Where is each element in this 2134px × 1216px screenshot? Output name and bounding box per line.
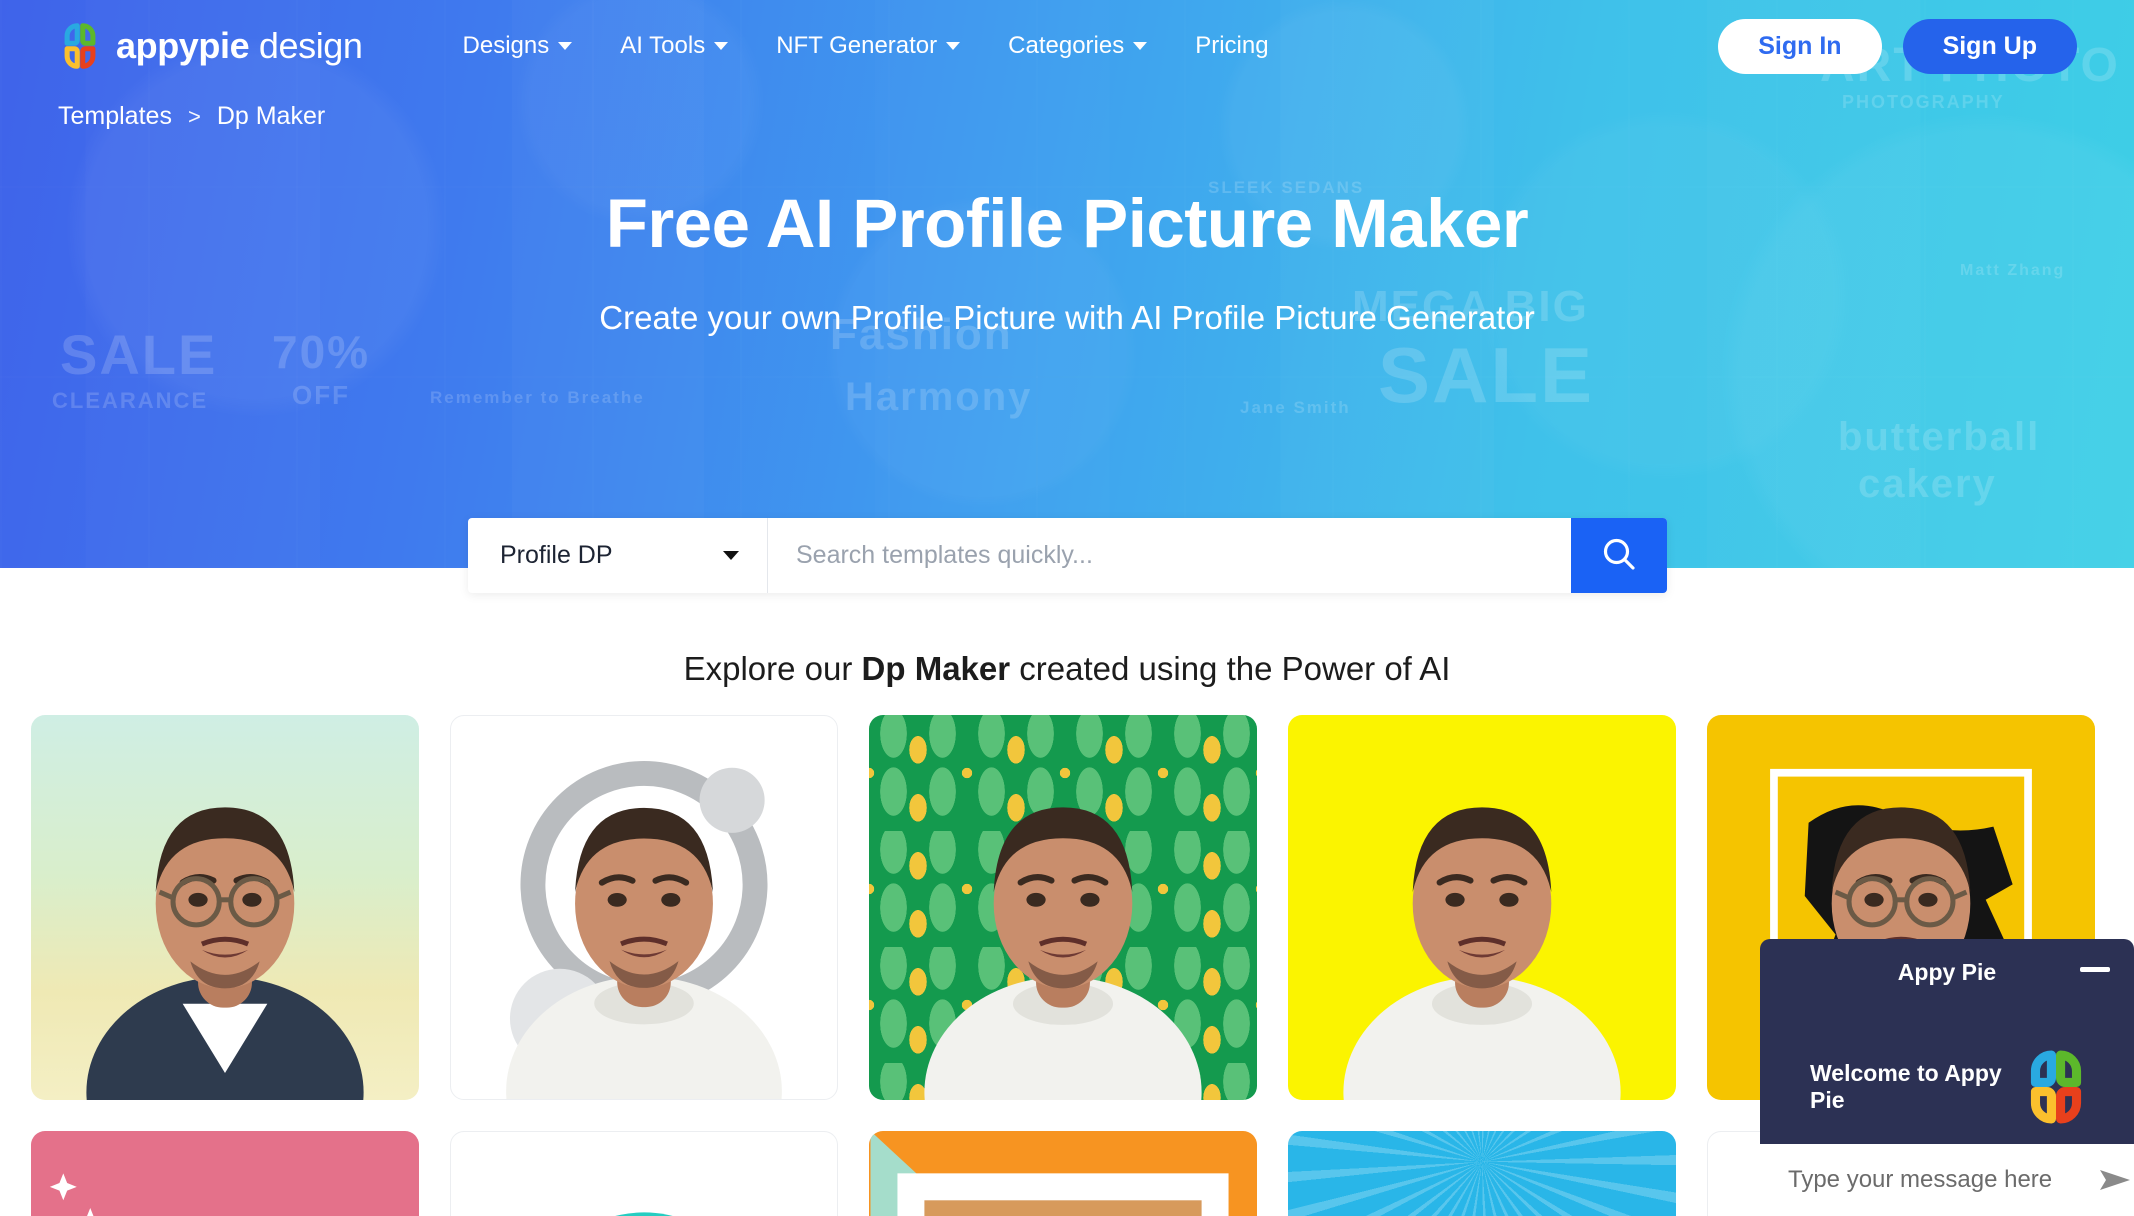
chevron-down-icon (1133, 42, 1148, 50)
nav-item-pricing[interactable]: Pricing (1195, 32, 1268, 60)
search-input[interactable] (768, 518, 1571, 593)
nav-links: Designs AI Tools NFT Generator Categories Pr… (463, 32, 1269, 60)
section-heading: Explore our Dp Maker created using the P… (0, 650, 2134, 688)
hero-ghost-word: Matt Zhang (1960, 262, 2066, 279)
chevron-down-icon (723, 551, 739, 560)
section-heading-suffix: created using the Power of AI (1010, 650, 1451, 687)
hero-ghost-word: SALE (1378, 331, 1595, 419)
chat-message-input[interactable] (1788, 1166, 2098, 1194)
hero-ghost-word: cakery (1858, 462, 1997, 506)
chat-welcome-row: Welcome to Appy Pie (1782, 1049, 2112, 1125)
category-select-value: Profile DP (500, 541, 613, 569)
hero-ghost-word: Remember to Breathe (430, 388, 645, 407)
search-button[interactable] (1571, 518, 1667, 593)
nav-item-label: AI Tools (620, 32, 706, 59)
brand-logo[interactable]: appypie design (57, 23, 363, 69)
breadcrumb-current-page: Dp Maker (216, 102, 326, 130)
chat-widget: Appy Pie Welcome to Appy Pie (1760, 939, 2134, 1216)
chat-widget-body: Appy Pie Welcome to Appy Pie (1760, 939, 2134, 1144)
chevron-down-icon (714, 42, 729, 50)
nav-item-ai-tools[interactable]: AI Tools (620, 32, 729, 60)
section-heading-highlight: Dp Maker (861, 650, 1011, 687)
nav-actions: Sign In Sign Up (1718, 18, 2077, 74)
sign-up-button[interactable]: Sign Up (1902, 18, 2077, 74)
template-card[interactable] (869, 715, 1257, 1100)
sign-in-button[interactable]: Sign In (1718, 18, 1882, 74)
breadcrumb: Templates > Dp Maker (0, 92, 2134, 131)
chat-widget-title: Appy Pie (1897, 958, 1997, 985)
minimize-icon[interactable] (2080, 967, 2110, 972)
hero-ghost-word: CLEARANCE (52, 388, 209, 413)
chevron-down-icon (558, 42, 573, 50)
breadcrumb-separator-icon: > (187, 103, 201, 129)
section-heading-prefix: Explore our (683, 650, 862, 687)
template-card[interactable] (31, 715, 419, 1100)
chat-welcome-message: Welcome to Appy Pie (1810, 1060, 2002, 1113)
top-navigation-bar: appypie design Designs AI Tools NFT Genera… (0, 0, 2134, 92)
template-card[interactable] (869, 1131, 1257, 1216)
chat-widget-header: Appy Pie (1782, 957, 2112, 987)
send-icon[interactable] (2098, 1167, 2132, 1193)
nav-item-designs[interactable]: Designs (463, 32, 573, 60)
chevron-down-icon (946, 42, 961, 50)
template-card[interactable] (1288, 1131, 1676, 1216)
nav-item-label: Categories (1008, 32, 1125, 59)
page-title: Free AI Profile Picture Maker (605, 185, 1529, 262)
template-card[interactable] (31, 1131, 419, 1216)
nav-item-label: Pricing (1195, 32, 1269, 59)
template-card[interactable] (450, 1131, 838, 1216)
hero-banner: ART PHOTOPHOTOGRAPHYMEGA BIGSALESALECLEA… (0, 0, 2134, 568)
brand-name-bold: appypie (116, 25, 250, 66)
appypie-pinwheel-logo-icon (57, 23, 103, 69)
nav-item-nft-generator[interactable]: NFT Generator (776, 32, 961, 60)
search-icon (1599, 534, 1639, 577)
nav-item-label: Designs (462, 32, 550, 59)
brand-name: appypie design (116, 25, 363, 67)
hero-ghost-word: butterball (1838, 415, 2041, 459)
nav-item-categories[interactable]: Categories (1008, 32, 1148, 60)
chat-input-row (1760, 1144, 2134, 1216)
template-search-bar: Profile DP (468, 518, 1667, 593)
hero-ghost-word: OFF (292, 380, 350, 410)
brand-name-light: design (249, 25, 363, 66)
category-select[interactable]: Profile DP (468, 518, 768, 593)
hero-ghost-word: Jane Smith (1240, 398, 1351, 417)
page-subtitle: Create your own Profile Picture with AI … (599, 299, 1535, 336)
hero-ghost-word: Harmony (845, 375, 1033, 419)
template-card[interactable] (450, 715, 838, 1100)
template-card[interactable] (1288, 715, 1676, 1100)
nav-item-label: NFT Generator (776, 32, 938, 59)
appypie-pinwheel-logo-icon (2018, 1049, 2094, 1125)
breadcrumb-templates-link[interactable]: Templates (58, 102, 172, 131)
